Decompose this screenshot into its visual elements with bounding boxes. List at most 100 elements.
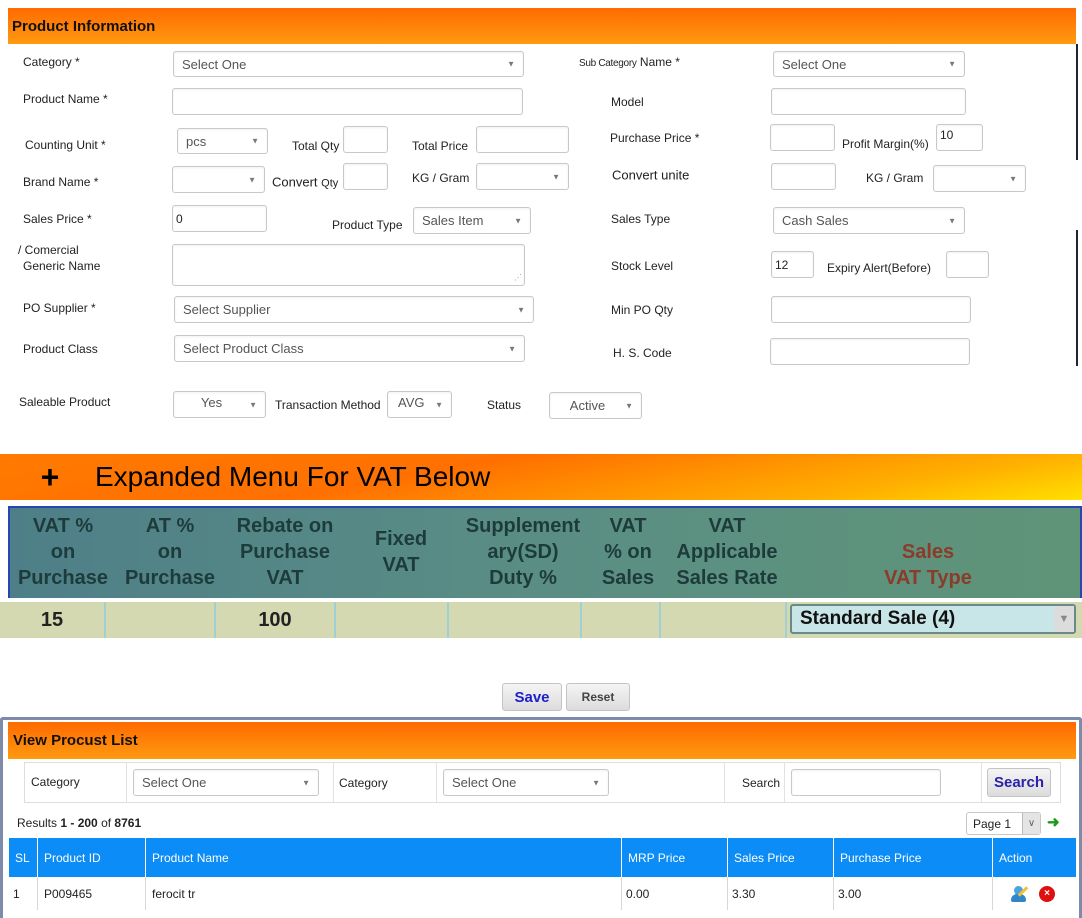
profit-margin-label: Profit Margin(%) [842, 137, 929, 151]
results-prefix: Results [17, 816, 58, 830]
filter-category2-select[interactable]: Select One ▼ [443, 769, 609, 796]
product-info-header: Product Information [8, 8, 1076, 44]
sales-price-input[interactable]: 0 [172, 205, 267, 232]
column-header-product-id: Product ID [37, 838, 145, 877]
expiry-alert-input[interactable] [946, 251, 989, 278]
subcategory-label-text: Name * [639, 55, 680, 69]
chevron-down-icon: ∨ [1022, 813, 1040, 834]
kg-gram2-select[interactable]: ▼ [933, 165, 1026, 192]
kg-gram-select[interactable]: ▼ [476, 163, 569, 190]
stock-level-input[interactable]: 12 [771, 251, 814, 278]
reset-button[interactable]: Reset [566, 683, 630, 711]
product-name-input[interactable] [172, 88, 523, 115]
saleable-value: Yes [200, 395, 223, 410]
cell-purchase-price: 3.00 [833, 877, 992, 910]
vat-expand-bar[interactable]: + Expanded Menu For VAT Below [0, 454, 1082, 500]
plus-icon[interactable]: + [38, 459, 62, 496]
column-header-sales-price: Sales Price [727, 838, 833, 877]
counting-unit-select[interactable]: pcs ▼ [177, 128, 268, 154]
column-header-product-name: Product Name [145, 838, 621, 877]
vat-header-fixed-vat: Fixed VAT [374, 528, 428, 576]
filter-category-value: Select One [142, 775, 207, 790]
saleable-select[interactable]: Yes ▼ [173, 391, 266, 418]
subcategory-label-small: Sub Category [579, 58, 637, 69]
total-qty-input[interactable] [343, 126, 388, 153]
product-class-select[interactable]: Select Product Class ▼ [174, 335, 525, 362]
product-list-header: View Procust List [8, 722, 1076, 759]
total-qty-label: Total Qty [292, 139, 340, 153]
column-header-mrp-price: MRP Price [621, 838, 727, 877]
expiry-alert-label: Expiry Alert(Before) [827, 261, 932, 275]
search-input[interactable] [791, 769, 941, 796]
cell-product-id: P009465 [37, 877, 145, 910]
vat-sales-input[interactable] [582, 602, 659, 638]
panel-border [1076, 230, 1078, 366]
cell-sales-price: 3.30 [727, 877, 833, 910]
product-name-label: Product Name * [23, 92, 108, 106]
save-button[interactable]: Save [502, 683, 562, 711]
rebate-input[interactable]: 100 [216, 602, 334, 638]
chevron-down-icon: ▼ [248, 175, 256, 184]
min-po-qty-input[interactable] [771, 296, 971, 323]
hs-code-input[interactable] [770, 338, 970, 365]
results-range: 1 - 200 [60, 816, 98, 830]
filter-category2-value: Select One [452, 775, 517, 790]
vat-purchase-input[interactable]: 15 [0, 602, 104, 638]
fixed-vat-input[interactable] [336, 602, 447, 638]
edit-user-icon[interactable] [1011, 885, 1029, 903]
delete-icon[interactable]: × [1039, 885, 1055, 902]
next-page-arrow-icon[interactable]: ➜ [1047, 813, 1060, 831]
min-po-qty-label: Min PO Qty [611, 303, 674, 317]
category-select[interactable]: Select One ▼ [173, 51, 524, 77]
subcategory-select[interactable]: Select One ▼ [773, 51, 965, 77]
sd-duty-input[interactable] [449, 602, 580, 638]
generic-name-textarea[interactable] [172, 244, 525, 286]
category-value: Select One [182, 56, 247, 72]
column-divider [785, 602, 787, 638]
model-label: Model [611, 95, 644, 109]
sales-vat-type-value: Standard Sale (4) [800, 608, 956, 629]
transaction-method-select[interactable]: AVG ▼ [387, 391, 452, 418]
filter-category-select[interactable]: Select One ▼ [133, 769, 319, 796]
chevron-down-icon: ▼ [1009, 174, 1017, 183]
product-class-value: Select Product Class [183, 341, 304, 356]
total-price-label: Total Price [412, 139, 469, 153]
vat-expand-title: Expanded Menu For VAT Below [95, 461, 491, 492]
sales-type-label: Sales Type [611, 212, 671, 226]
chevron-down-icon: ▼ [592, 778, 600, 787]
status-select[interactable]: Active ▼ [549, 392, 642, 419]
convert-unite-input[interactable] [771, 163, 836, 190]
generic-name-label-2: Generic Name [23, 259, 101, 273]
total-price-input[interactable] [476, 126, 569, 153]
counting-unit-value: pcs [186, 133, 207, 149]
vat-header-rebate: Rebate on Purchase VAT [236, 515, 334, 589]
category-label: Category * [23, 55, 80, 69]
resize-handle-icon[interactable]: ⋰ [514, 273, 522, 282]
chevron-down-icon: ▼ [249, 400, 257, 409]
status-value: Active [569, 398, 606, 413]
results-summary: Results 1 - 200 of 8761 [17, 816, 141, 830]
chevron-down-icon: ▼ [435, 400, 443, 409]
sales-vat-type-select[interactable]: Standard Sale (4) ▼ [790, 604, 1076, 634]
kg-gram2-label: KG / Gram [866, 171, 924, 185]
po-supplier-select[interactable]: Select Supplier ▼ [174, 296, 534, 323]
brand-name-select[interactable]: ▼ [172, 166, 265, 193]
product-type-select[interactable]: Sales Item ▼ [413, 207, 531, 234]
results-total: 8761 [114, 816, 142, 830]
po-supplier-label: PO Supplier * [23, 301, 96, 315]
search-button[interactable]: Search [987, 768, 1051, 797]
cell-action: × [992, 877, 1076, 910]
at-purchase-input[interactable] [106, 602, 214, 638]
applicable-rate-input[interactable] [661, 602, 785, 638]
page-select[interactable]: Page 1 ∨ [966, 812, 1041, 835]
sales-type-select[interactable]: Cash Sales ▼ [773, 207, 965, 234]
profit-margin-input[interactable]: 10 [936, 124, 983, 151]
purchase-price-input[interactable] [770, 124, 835, 151]
subcategory-label: Sub Category Name * [579, 55, 680, 69]
sales-price-label: Sales Price * [23, 212, 92, 226]
cell-sl: 1 [13, 886, 20, 901]
model-input[interactable] [771, 88, 966, 115]
convert-qty-input[interactable] [343, 163, 388, 190]
convert-qty-label-small: Qty [321, 177, 339, 190]
panel-border [1076, 44, 1078, 160]
